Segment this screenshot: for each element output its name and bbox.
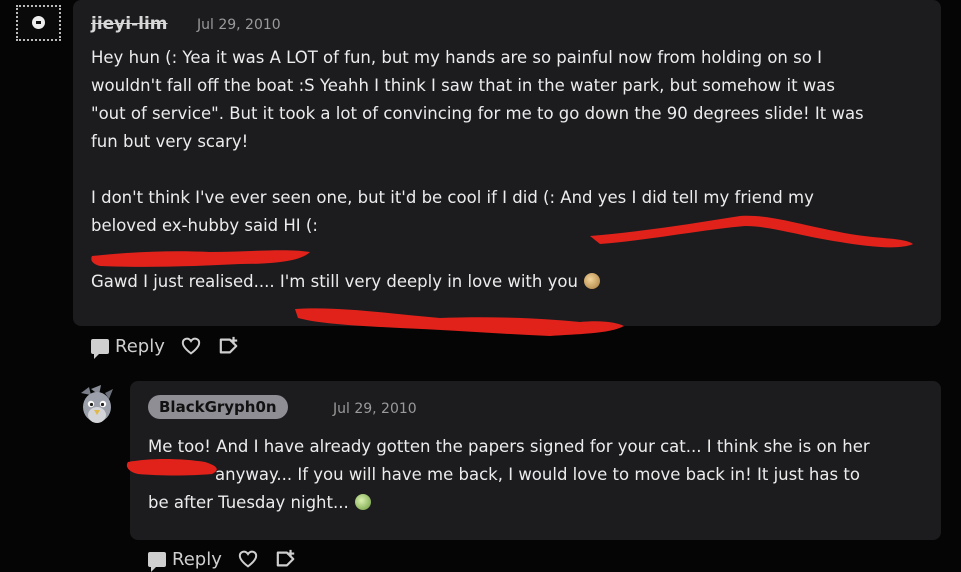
- comment-author[interactable]: jieyi-lim: [91, 14, 168, 34]
- heart-icon: [181, 337, 201, 355]
- comment-line-text: Gawd I just realised.... I'm still very …: [91, 272, 578, 291]
- tag-plus-icon: [219, 336, 238, 354]
- reply-button[interactable]: Reply: [148, 548, 222, 572]
- comment-line: anyway... If you will have me back, I wo…: [215, 465, 860, 484]
- comment-date: Jul 29, 2010: [197, 17, 281, 33]
- comment-line: I don't think I've ever seen one, but it…: [91, 188, 814, 207]
- like-button[interactable]: [236, 547, 260, 571]
- comment-body: Hey hun (: Yea it was A LOT of fun, but …: [91, 44, 931, 296]
- speech-bubble-icon: [148, 551, 166, 572]
- reply-author[interactable]: BlackGryph0n: [148, 395, 288, 419]
- comment-line: Me too! And I have already gotten the pa…: [148, 437, 870, 456]
- comment-line: be after Tuesday night...: [148, 489, 933, 517]
- avatar[interactable]: [16, 5, 61, 41]
- comment-line: fun but very scary!: [91, 132, 249, 151]
- reply-date: Jul 29, 2010: [333, 401, 417, 417]
- comment-line: Gawd I just realised.... I'm still very …: [91, 268, 931, 296]
- comment-line-text: be after Tuesday night...: [148, 493, 349, 512]
- add-reaction-button[interactable]: [217, 334, 241, 358]
- comment-thread: jieyi-lim Jul 29, 2010 Hey hun (: Yea it…: [0, 0, 961, 572]
- comment-line: wouldn't fall off the boat :S Yeahh I th…: [91, 76, 835, 95]
- reply-card: BlackGryph0n Jul 29, 2010 Me too! And I …: [130, 381, 941, 540]
- tag-plus-icon: [276, 549, 295, 567]
- speech-bubble-icon: [91, 338, 109, 359]
- default-avatar-icon: [32, 16, 45, 29]
- add-reaction-button[interactable]: [274, 547, 298, 571]
- reply-label: Reply: [115, 335, 165, 357]
- reply-actions: Reply: [148, 547, 298, 572]
- comment-line: beloved ex-hubby said HI (:: [91, 216, 318, 235]
- smiley-emoji-icon: [583, 273, 600, 289]
- comment-actions: Reply: [91, 334, 241, 359]
- reply-body: Me too! And I have already gotten the pa…: [148, 433, 933, 517]
- sad-emoji-icon: [354, 494, 371, 510]
- heart-icon: [238, 550, 258, 568]
- like-button[interactable]: [179, 334, 203, 358]
- comment-card: jieyi-lim Jul 29, 2010 Hey hun (: Yea it…: [73, 0, 941, 326]
- comment-line: Hey hun (: Yea it was A LOT of fun, but …: [91, 48, 822, 67]
- comment-line: "out of service". But it took a lot of c…: [91, 104, 864, 123]
- gryphon-avatar[interactable]: [75, 383, 119, 427]
- reply-label: Reply: [172, 548, 222, 570]
- reply-button[interactable]: Reply: [91, 335, 165, 359]
